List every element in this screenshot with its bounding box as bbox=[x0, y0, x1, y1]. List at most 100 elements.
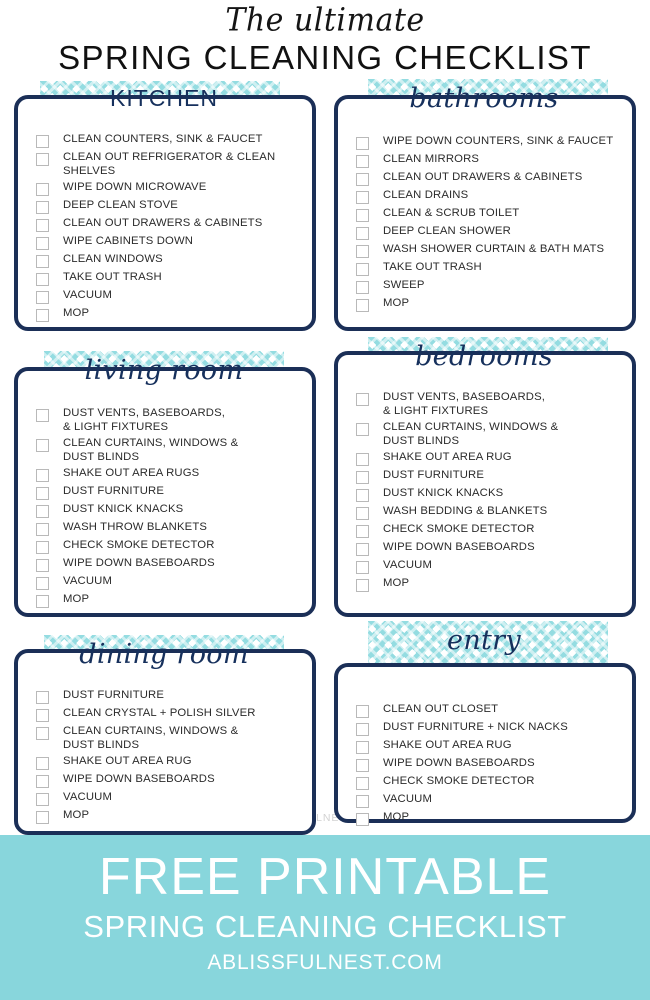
checkbox-icon[interactable] bbox=[356, 723, 369, 736]
checklist-item[interactable]: VACUUM bbox=[36, 575, 302, 590]
checkbox-icon[interactable] bbox=[36, 811, 49, 824]
checkbox-icon[interactable] bbox=[36, 237, 49, 250]
checklist-item[interactable]: MOP bbox=[36, 593, 302, 608]
checklist-item[interactable]: CLEAN WINDOWS bbox=[36, 253, 302, 268]
checkbox-icon[interactable] bbox=[356, 191, 369, 204]
checklist-item[interactable]: DUST VENTS, BASEBOARDS, & LIGHT FIXTURES bbox=[36, 407, 302, 434]
checklist-item[interactable]: DEEP CLEAN STOVE bbox=[36, 199, 302, 214]
checklist-item[interactable]: WIPE DOWN BASEBOARDS bbox=[36, 773, 302, 788]
checklist-item[interactable]: CLEAN MIRRORS bbox=[356, 153, 622, 168]
checklist-item[interactable]: CLEAN CURTAINS, WINDOWS & DUST BLINDS bbox=[356, 421, 622, 448]
checklist-item[interactable]: CHECK SMOKE DETECTOR bbox=[356, 775, 622, 790]
checklist-item[interactable]: VACUUM bbox=[356, 793, 622, 808]
checkbox-icon[interactable] bbox=[356, 209, 369, 222]
checkbox-icon[interactable] bbox=[356, 245, 369, 258]
checklist-item[interactable]: MOP bbox=[36, 809, 302, 824]
checkbox-icon[interactable] bbox=[36, 469, 49, 482]
checklist-item[interactable]: VACUUM bbox=[36, 791, 302, 806]
checkbox-icon[interactable] bbox=[356, 137, 369, 150]
checkbox-icon[interactable] bbox=[356, 423, 369, 436]
checkbox-icon[interactable] bbox=[36, 201, 49, 214]
checkbox-icon[interactable] bbox=[356, 705, 369, 718]
checkbox-icon[interactable] bbox=[356, 227, 369, 240]
checklist-item[interactable]: DUST FURNITURE bbox=[36, 485, 302, 500]
checkbox-icon[interactable] bbox=[36, 219, 49, 232]
checklist-item[interactable]: CHECK SMOKE DETECTOR bbox=[36, 539, 302, 554]
checkbox-icon[interactable] bbox=[356, 579, 369, 592]
checkbox-icon[interactable] bbox=[36, 505, 49, 518]
checkbox-icon[interactable] bbox=[356, 471, 369, 484]
checklist-item[interactable]: CLEAN OUT DRAWERS & CABINETS bbox=[356, 171, 622, 186]
checkbox-icon[interactable] bbox=[36, 273, 49, 286]
checklist-item[interactable]: CLEAN OUT REFRIGERATOR & CLEAN SHELVES bbox=[36, 151, 302, 178]
checklist-item[interactable]: CLEAN DRAINS bbox=[356, 189, 622, 204]
checklist-item[interactable]: WIPE DOWN MICROWAVE bbox=[36, 181, 302, 196]
checkbox-icon[interactable] bbox=[36, 291, 49, 304]
checkbox-icon[interactable] bbox=[356, 759, 369, 772]
checklist-item[interactable]: WIPE DOWN BASEBOARDS bbox=[36, 557, 302, 572]
checklist-item[interactable]: MOP bbox=[356, 577, 622, 592]
checkbox-icon[interactable] bbox=[356, 453, 369, 466]
checkbox-icon[interactable] bbox=[356, 543, 369, 556]
checklist-item[interactable]: DUST KNICK KNACKS bbox=[356, 487, 622, 502]
checklist-item[interactable]: CLEAN CURTAINS, WINDOWS & DUST BLINDS bbox=[36, 725, 302, 752]
checkbox-icon[interactable] bbox=[36, 183, 49, 196]
checklist-item[interactable]: MOP bbox=[36, 307, 302, 322]
checklist-item[interactable]: DUST FURNITURE + NICK NACKS bbox=[356, 721, 622, 736]
checklist-item[interactable]: TAKE OUT TRASH bbox=[356, 261, 622, 276]
checklist-item[interactable]: SHAKE OUT AREA RUG bbox=[356, 451, 622, 466]
checkbox-icon[interactable] bbox=[36, 309, 49, 322]
checkbox-icon[interactable] bbox=[36, 541, 49, 554]
checklist-item[interactable]: WIPE DOWN BASEBOARDS bbox=[356, 757, 622, 772]
checkbox-icon[interactable] bbox=[356, 281, 369, 294]
checklist-item[interactable]: CLEAN COUNTERS, SINK & FAUCET bbox=[36, 133, 302, 148]
checkbox-icon[interactable] bbox=[36, 595, 49, 608]
checkbox-icon[interactable] bbox=[36, 255, 49, 268]
checklist-item[interactable]: CLEAN CURTAINS, WINDOWS & DUST BLINDS bbox=[36, 437, 302, 464]
checkbox-icon[interactable] bbox=[356, 299, 369, 312]
checkbox-icon[interactable] bbox=[36, 487, 49, 500]
checklist-item[interactable]: SHAKE OUT AREA RUGS bbox=[36, 467, 302, 482]
checkbox-icon[interactable] bbox=[356, 507, 369, 520]
checkbox-icon[interactable] bbox=[356, 525, 369, 538]
checklist-item[interactable]: DUST FURNITURE bbox=[356, 469, 622, 484]
checklist-item[interactable]: WASH SHOWER CURTAIN & BATH MATS bbox=[356, 243, 622, 258]
checklist-item[interactable]: SHAKE OUT AREA RUG bbox=[36, 755, 302, 770]
checkbox-icon[interactable] bbox=[36, 727, 49, 740]
checklist-item[interactable]: VACUUM bbox=[356, 559, 622, 574]
checkbox-icon[interactable] bbox=[36, 793, 49, 806]
checkbox-icon[interactable] bbox=[36, 691, 49, 704]
checklist-item[interactable]: VACUUM bbox=[36, 289, 302, 304]
checklist-item[interactable]: WIPE DOWN BASEBOARDS bbox=[356, 541, 622, 556]
checkbox-icon[interactable] bbox=[36, 523, 49, 536]
checkbox-icon[interactable] bbox=[36, 775, 49, 788]
checkbox-icon[interactable] bbox=[356, 393, 369, 406]
checklist-item[interactable]: WASH THROW BLANKETS bbox=[36, 521, 302, 536]
checkbox-icon[interactable] bbox=[36, 135, 49, 148]
checkbox-icon[interactable] bbox=[356, 263, 369, 276]
checklist-item[interactable]: TAKE OUT TRASH bbox=[36, 271, 302, 286]
checklist-item[interactable]: CLEAN CRYSTAL + POLISH SILVER bbox=[36, 707, 302, 722]
checklist-item[interactable]: WIPE DOWN COUNTERS, SINK & FAUCET bbox=[356, 135, 622, 150]
checklist-item[interactable]: DUST VENTS, BASEBOARDS, & LIGHT FIXTURES bbox=[356, 391, 622, 418]
checkbox-icon[interactable] bbox=[36, 577, 49, 590]
checkbox-icon[interactable] bbox=[36, 409, 49, 422]
checkbox-icon[interactable] bbox=[36, 439, 49, 452]
checkbox-icon[interactable] bbox=[356, 561, 369, 574]
checklist-item[interactable]: WASH BEDDING & BLANKETS bbox=[356, 505, 622, 520]
checklist-item[interactable]: DEEP CLEAN SHOWER bbox=[356, 225, 622, 240]
checkbox-icon[interactable] bbox=[356, 813, 369, 826]
checklist-item[interactable]: DUST FURNITURE bbox=[36, 689, 302, 704]
checklist-item[interactable]: WIPE CABINETS DOWN bbox=[36, 235, 302, 250]
checklist-item[interactable]: CLEAN OUT DRAWERS & CABINETS bbox=[36, 217, 302, 232]
checklist-item[interactable]: DUST KNICK KNACKS bbox=[36, 503, 302, 518]
checkbox-icon[interactable] bbox=[356, 795, 369, 808]
checkbox-icon[interactable] bbox=[356, 155, 369, 168]
checklist-item[interactable]: SHAKE OUT AREA RUG bbox=[356, 739, 622, 754]
checkbox-icon[interactable] bbox=[356, 489, 369, 502]
checkbox-icon[interactable] bbox=[36, 559, 49, 572]
checkbox-icon[interactable] bbox=[36, 153, 49, 166]
checklist-item[interactable]: MOP bbox=[356, 811, 622, 826]
checklist-item[interactable]: MOP bbox=[356, 297, 622, 312]
checkbox-icon[interactable] bbox=[36, 757, 49, 770]
